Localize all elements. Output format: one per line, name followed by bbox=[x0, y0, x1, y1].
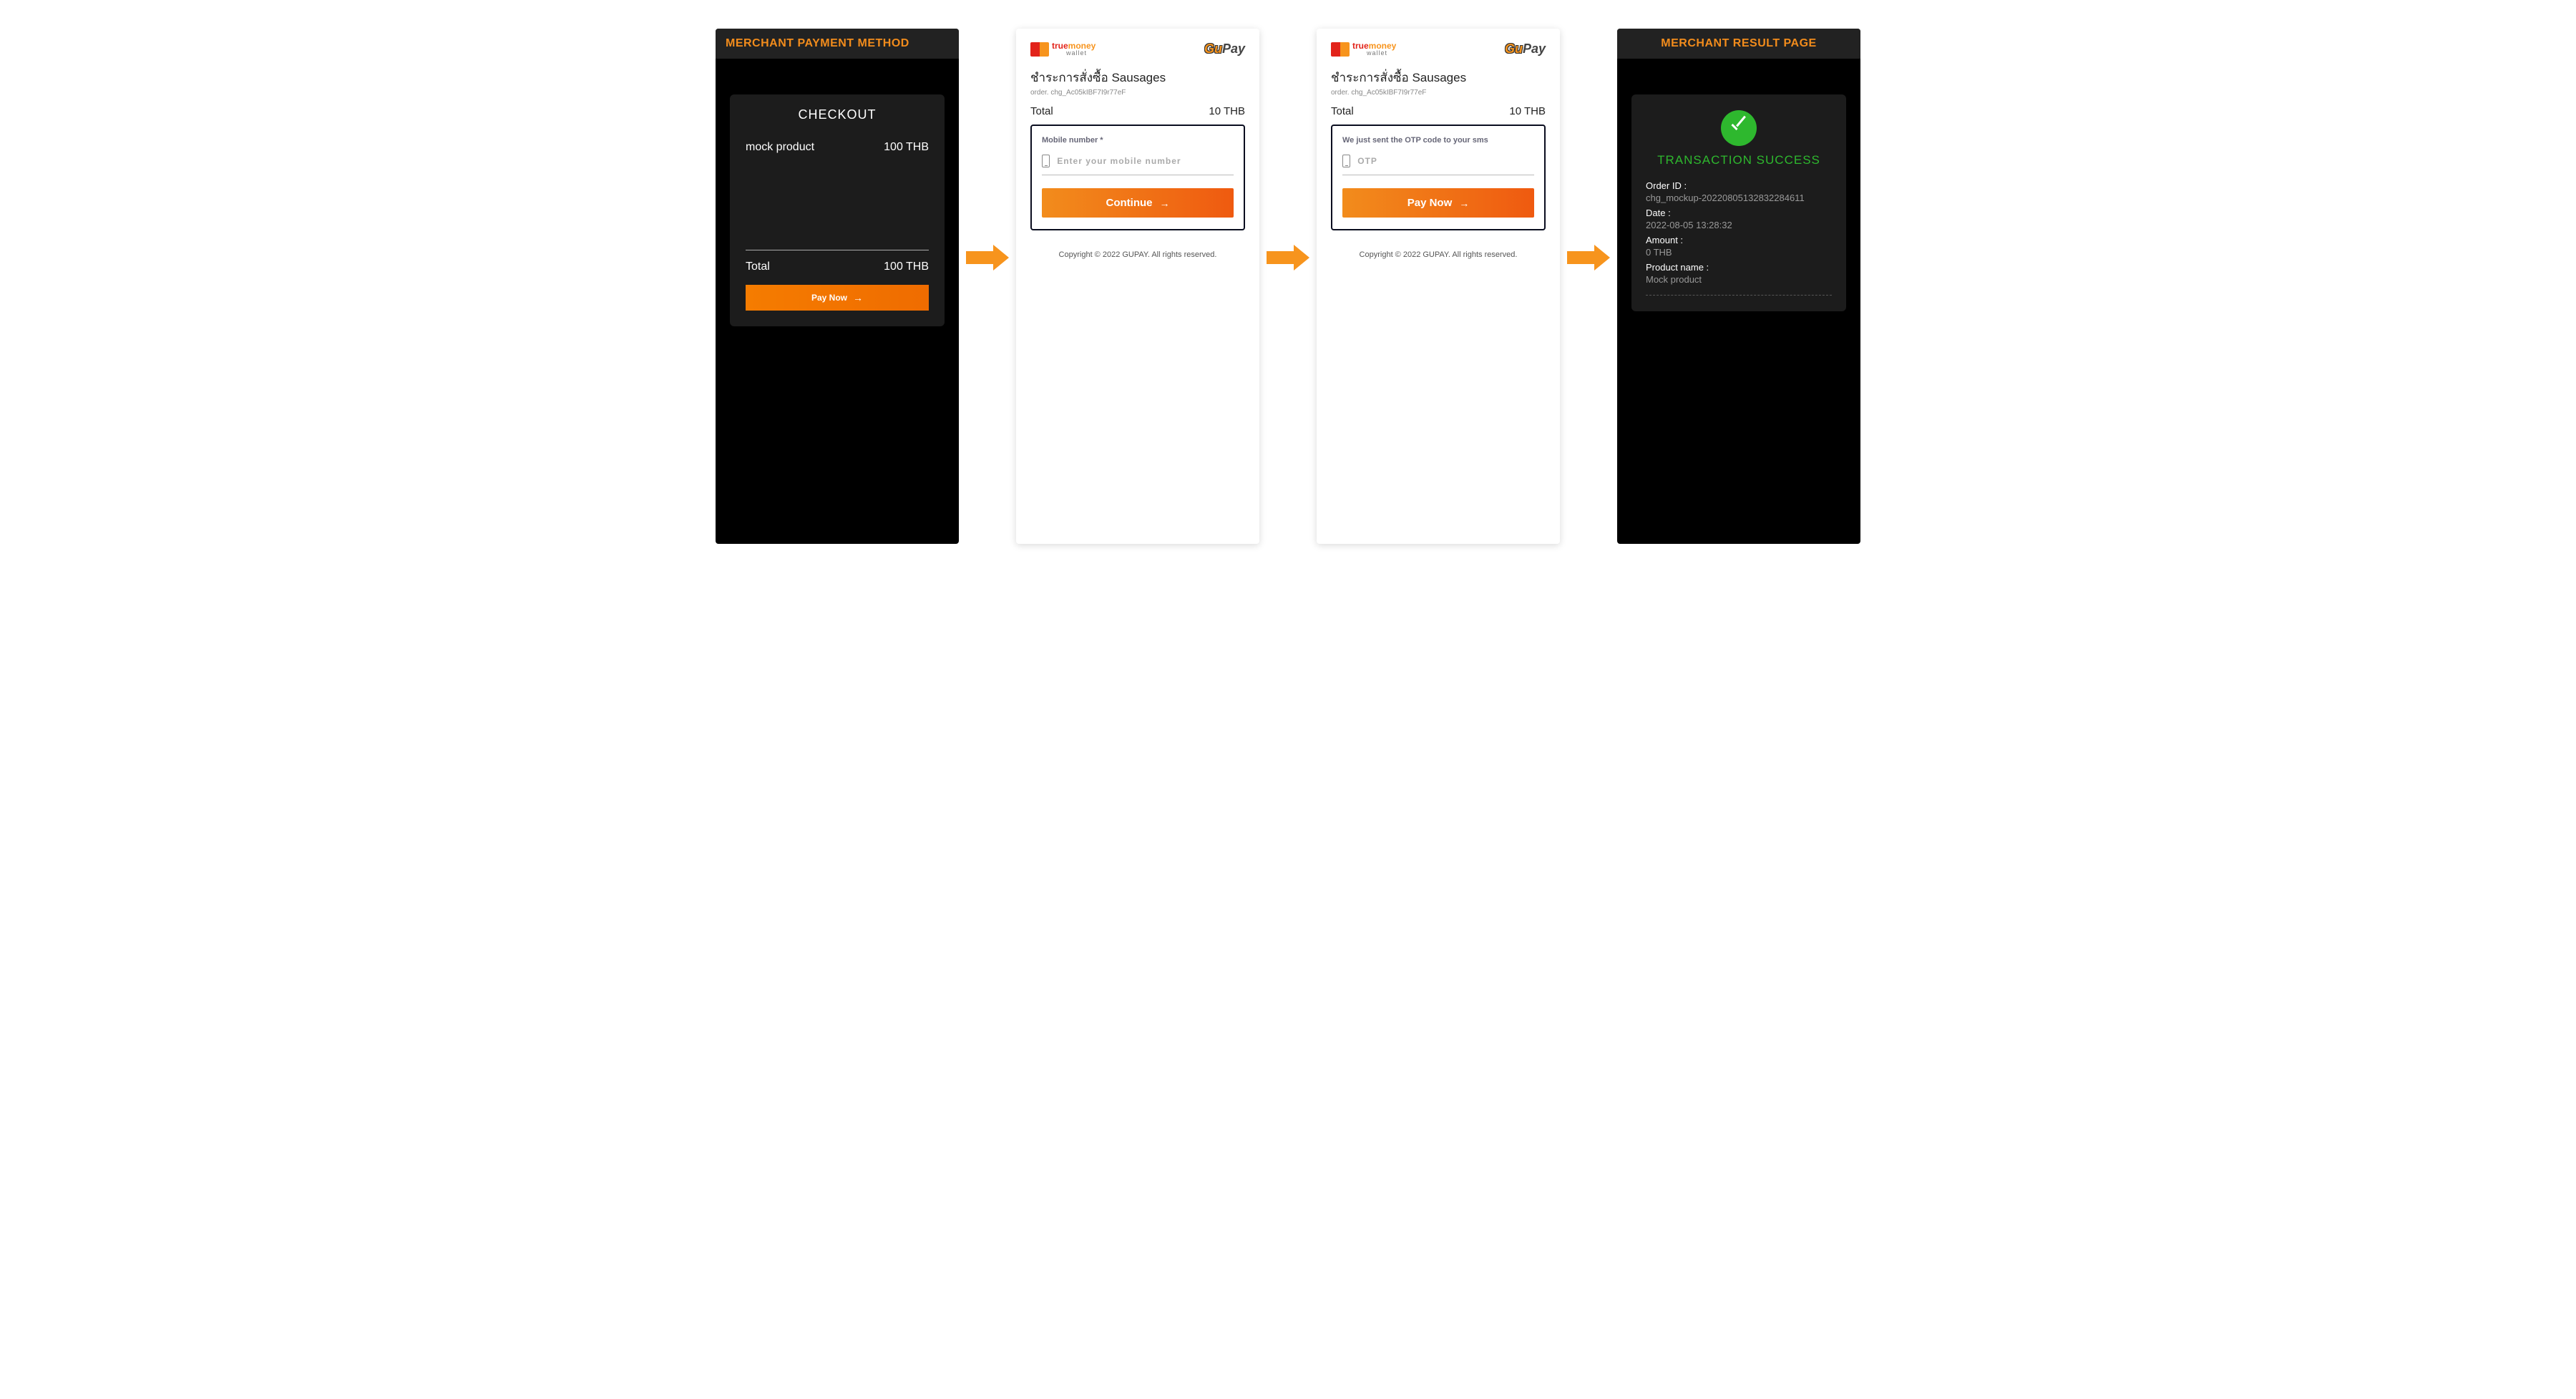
otp-input[interactable] bbox=[1357, 156, 1534, 166]
total-row: Total 10 THB bbox=[1331, 105, 1546, 117]
purchase-title: ชำระการสั่งซื้อ Sausages bbox=[1030, 68, 1245, 87]
flow-arrow bbox=[1567, 29, 1610, 544]
arrow-right-icon bbox=[1567, 247, 1610, 268]
truemoney-logo: truemoney wallet bbox=[1030, 42, 1096, 57]
arrow-right-icon: → bbox=[1459, 198, 1469, 209]
pay-now-button[interactable]: Pay Now → bbox=[746, 285, 929, 311]
total-label: Total bbox=[746, 260, 770, 273]
input-card: We just sent the OTP code to your sms Pa… bbox=[1331, 125, 1546, 230]
merchant-result-panel: MERCHANT RESULT PAGE TRANSACTION SUCCESS… bbox=[1617, 29, 1860, 544]
order-id: order. chg_Ac05kIBF7I9r77eF bbox=[1030, 89, 1245, 97]
continue-button[interactable]: Continue → bbox=[1042, 188, 1234, 218]
arrow-right-icon: → bbox=[853, 292, 863, 303]
pay-now-button[interactable]: Pay Now → bbox=[1342, 188, 1534, 218]
flow-arrow bbox=[966, 29, 1009, 544]
total-label: Total bbox=[1030, 105, 1053, 117]
total-row: Total 10 THB bbox=[1030, 105, 1245, 117]
product-price: 100 THB bbox=[884, 141, 929, 154]
merchant-payment-panel: MERCHANT PAYMENT METHOD CHECKOUT mock pr… bbox=[716, 29, 959, 544]
mobile-number-input[interactable] bbox=[1057, 156, 1234, 166]
total-value: 100 THB bbox=[884, 260, 929, 273]
checkout-card: CHECKOUT mock product 100 THB Total 100 … bbox=[730, 94, 945, 326]
total-value: 10 THB bbox=[1209, 105, 1245, 117]
divider bbox=[1646, 295, 1832, 296]
amount-value: 0 THB bbox=[1646, 247, 1832, 258]
date-label: Date : bbox=[1646, 208, 1832, 218]
product-row: mock product 100 THB bbox=[746, 141, 929, 154]
amount-label: Amount : bbox=[1646, 235, 1832, 245]
otp-sent-label: We just sent the OTP code to your sms bbox=[1342, 136, 1534, 145]
date-value: 2022-08-05 13:28:32 bbox=[1646, 220, 1832, 230]
panel-title: MERCHANT RESULT PAGE bbox=[1617, 29, 1860, 59]
wallet-header: truemoney wallet GuPay bbox=[1317, 29, 1560, 62]
mobile-number-label: Mobile number * bbox=[1042, 136, 1234, 145]
product-name-label: Product name : bbox=[1646, 262, 1832, 273]
phone-icon bbox=[1042, 155, 1050, 167]
input-card: Mobile number * Continue → bbox=[1030, 125, 1245, 230]
total-label: Total bbox=[1331, 105, 1354, 117]
continue-label: Continue bbox=[1106, 197, 1153, 209]
pay-now-label: Pay Now bbox=[811, 293, 847, 303]
copyright: Copyright © 2022 GUPAY. All rights reser… bbox=[1331, 250, 1546, 259]
wallet-otp-panel: truemoney wallet GuPay ชำระการสั่งซื้อ S… bbox=[1317, 29, 1560, 544]
order-id-label: Order ID : bbox=[1646, 180, 1832, 191]
total-value: 10 THB bbox=[1509, 105, 1546, 117]
flow-arrow bbox=[1267, 29, 1309, 544]
truemoney-flag-icon bbox=[1030, 42, 1049, 57]
arrow-right-icon bbox=[1267, 247, 1309, 268]
result-card: TRANSACTION SUCCESS Order ID : chg_mocku… bbox=[1631, 94, 1846, 311]
product-name-value: Mock product bbox=[1646, 274, 1832, 285]
truemoney-logo: truemoney wallet bbox=[1331, 42, 1396, 57]
truemoney-flag-icon bbox=[1331, 42, 1350, 57]
product-name: mock product bbox=[746, 141, 814, 154]
panel-title: MERCHANT PAYMENT METHOD bbox=[716, 29, 959, 59]
order-id-value: chg_mockup-20220805132832284611 bbox=[1646, 192, 1832, 203]
copyright: Copyright © 2022 GUPAY. All rights reser… bbox=[1030, 250, 1245, 259]
arrow-right-icon bbox=[966, 247, 1009, 268]
gupay-logo: GuPay bbox=[1204, 42, 1245, 57]
purchase-title: ชำระการสั่งซื้อ Sausages bbox=[1331, 68, 1546, 87]
order-id: order. chg_Ac05kIBF7I9r77eF bbox=[1331, 89, 1546, 97]
checkout-heading: CHECKOUT bbox=[746, 107, 929, 122]
pay-now-label: Pay Now bbox=[1407, 197, 1453, 209]
success-title: TRANSACTION SUCCESS bbox=[1646, 153, 1832, 167]
wallet-mobile-panel: truemoney wallet GuPay ชำระการสั่งซื้อ S… bbox=[1016, 29, 1259, 544]
arrow-right-icon: → bbox=[1160, 198, 1170, 209]
gupay-logo: GuPay bbox=[1505, 42, 1546, 57]
wallet-header: truemoney wallet GuPay bbox=[1016, 29, 1259, 62]
total-row: Total 100 THB bbox=[746, 260, 929, 273]
phone-icon bbox=[1342, 155, 1350, 167]
check-circle-icon bbox=[1721, 110, 1757, 146]
